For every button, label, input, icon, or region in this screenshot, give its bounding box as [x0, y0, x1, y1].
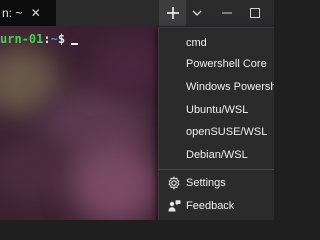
- menu-item-windows-powershell[interactable]: Windows Powershell: [159, 76, 274, 98]
- background-blur: [70, 146, 160, 220]
- profile-dropdown-button[interactable]: [186, 0, 208, 26]
- prompt-dollar: $: [57, 32, 66, 46]
- menu-item-label: Debian/WSL: [186, 149, 248, 161]
- new-tab-dropdown-menu: cmd Powershell Core Windows Powershell U…: [158, 27, 274, 220]
- gear-icon: [167, 176, 181, 190]
- minimize-button[interactable]: [216, 0, 238, 26]
- prompt-separator: :: [43, 32, 51, 46]
- menu-item-label: Windows Powershell: [186, 81, 274, 93]
- tab-title: n: ~: [2, 6, 23, 20]
- menu-item-opensuse-wsl[interactable]: openSUSE/WSL: [159, 121, 274, 143]
- menu-item-label: cmd: [186, 37, 207, 49]
- menu-item-label: Ubuntu/WSL: [186, 104, 249, 116]
- menu-item-debian-wsl[interactable]: Debian/WSL: [159, 144, 274, 166]
- menu-item-label: openSUSE/WSL: [186, 126, 268, 138]
- minimize-icon: [222, 12, 232, 14]
- new-tab-button[interactable]: [159, 0, 186, 26]
- chevron-down-icon: [192, 10, 202, 16]
- prompt-host: urn-01: [0, 32, 44, 46]
- menu-item-settings[interactable]: Settings: [159, 172, 274, 194]
- menu-item-ubuntu-wsl[interactable]: Ubuntu/WSL: [159, 99, 274, 121]
- maximize-button[interactable]: [244, 0, 266, 26]
- menu-separator: [159, 169, 274, 170]
- plus-icon: [166, 7, 179, 19]
- text-cursor: [71, 43, 79, 45]
- maximize-icon: [250, 8, 260, 18]
- feedback-icon: [167, 199, 181, 213]
- menu-item-powershell-core[interactable]: Powershell Core: [159, 53, 274, 75]
- title-bar: n: ~ ✕: [0, 0, 274, 26]
- prompt-line: urn-01:~$: [0, 32, 79, 46]
- menu-item-label: Powershell Core: [186, 58, 267, 70]
- prompt-path: ~: [50, 32, 58, 46]
- menu-item-cmd[interactable]: cmd: [159, 32, 274, 54]
- menu-item-feedback[interactable]: Feedback: [159, 195, 274, 217]
- tab-active[interactable]: n: ~ ✕: [0, 0, 56, 26]
- background-blur: [0, 136, 80, 206]
- tab-close-icon[interactable]: ✕: [31, 6, 41, 20]
- terminal-window: n: ~ ✕ urn-01:~$ cmd Powershell Core Win…: [0, 0, 274, 220]
